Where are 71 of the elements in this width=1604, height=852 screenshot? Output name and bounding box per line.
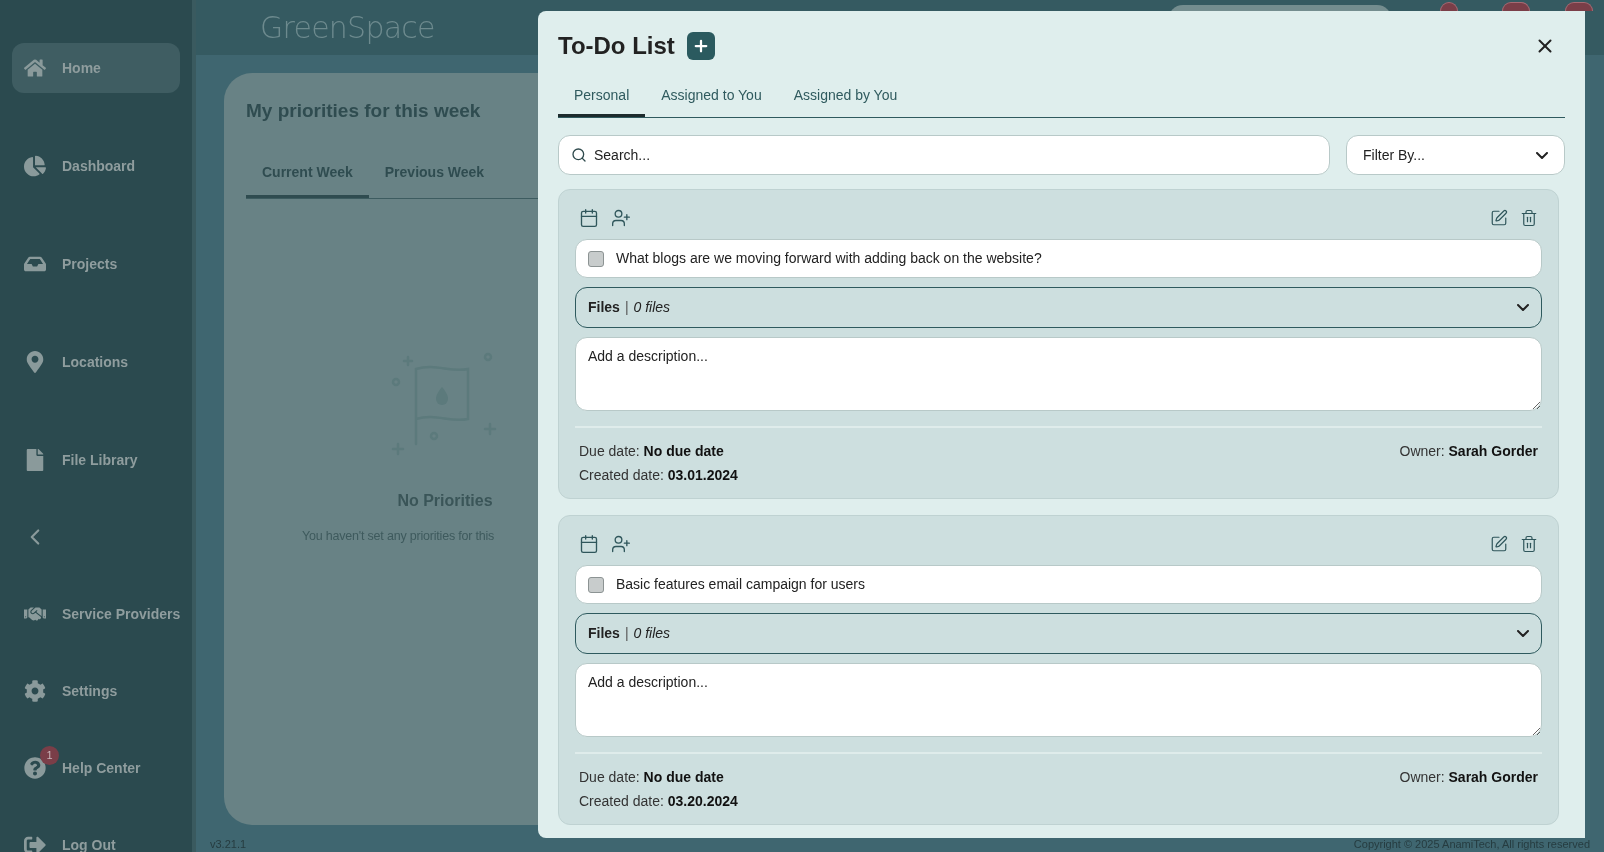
week-tab[interactable]: Current Week [246, 161, 369, 198]
add-user-icon[interactable] [611, 208, 631, 228]
files-count: 0 files [633, 624, 671, 643]
due-date-text: Due date: No due date [579, 768, 725, 787]
delete-icon[interactable] [1520, 535, 1538, 553]
todo-title: To-Do List [558, 31, 675, 61]
files-count: 0 files [633, 298, 671, 317]
chevron-down-icon [1517, 304, 1529, 311]
files-label: Files [588, 298, 620, 317]
due-date-text: Due date: No due date [579, 442, 725, 461]
sidebar-item[interactable]: Projects [12, 239, 180, 289]
sidebar-label: File Library [62, 450, 138, 470]
edit-icon[interactable] [1490, 209, 1508, 227]
chevron-down-icon [1536, 151, 1548, 159]
calendar-icon[interactable] [579, 534, 599, 554]
file-icon [24, 449, 46, 471]
edit-icon[interactable] [1490, 535, 1508, 553]
help-icon [24, 757, 46, 779]
task-title: What blogs are we moving forward with adding back on the website? [616, 249, 1042, 268]
description-field[interactable]: Add a description... [575, 337, 1542, 411]
separator: | [624, 624, 629, 643]
sidebar-label: Log Out [62, 835, 116, 852]
checkbox[interactable] [588, 576, 604, 593]
notification-badge: 1 [40, 746, 59, 765]
sidebar-label: Settings [62, 681, 118, 701]
search-field[interactable]: Search... [558, 135, 1330, 175]
todo-tab[interactable]: Personal [558, 85, 646, 117]
task-title-field[interactable]: What blogs are we moving forward with adding back on the website? [575, 239, 1542, 278]
sidebar-label: Locations [62, 352, 129, 372]
checkbox[interactable] [588, 250, 604, 267]
sidebar-item[interactable]: Service Providers [12, 589, 180, 639]
created-date-text: Created date: 03.20.2024 [579, 792, 738, 811]
sidebar-label: Help Center [62, 758, 141, 778]
sidebar-item[interactable]: Log Out [12, 820, 180, 852]
task-title: Basic features email campaign for users [616, 575, 865, 594]
chevron-down-icon [1517, 630, 1529, 637]
week-tab[interactable]: Previous Week [368, 161, 501, 198]
created-date-text: Created date: 03.01.2024 [579, 466, 738, 485]
sidebar-label: Dashboard [62, 156, 136, 176]
files-dropdown[interactable]: Files | 0 files [575, 287, 1542, 328]
home-icon [24, 57, 46, 79]
filter-dropdown[interactable]: Filter By... [1346, 135, 1565, 175]
map-pin-icon [24, 351, 46, 373]
priorities-title: My priorities for this week [246, 99, 481, 123]
add-button[interactable] [686, 32, 715, 60]
search-icon [571, 147, 587, 163]
task-title-field[interactable]: Basic features email campaign for users [575, 565, 1542, 604]
owner-text: Owner: Sarah Gorder [1399, 442, 1538, 461]
sidebar-item[interactable]: File Library [12, 435, 180, 485]
add-user-icon[interactable] [611, 534, 631, 554]
settings-icon [24, 680, 46, 702]
pie-chart-icon [24, 155, 46, 177]
sidebar-item[interactable]: Home [12, 43, 180, 93]
sidebar-item[interactable]: 1 Help Center [12, 743, 180, 793]
sidebar-label: Projects [62, 254, 118, 274]
owner-text: Owner: Sarah Gorder [1399, 768, 1538, 787]
sidebar-item[interactable]: Dashboard [12, 141, 180, 191]
sidebar-label: Home [62, 58, 101, 78]
calendar-icon[interactable] [579, 208, 599, 228]
todo-tab[interactable]: Assigned by You [777, 85, 914, 117]
logout-icon [24, 834, 46, 852]
sidebar-item[interactable]: Settings [12, 666, 180, 716]
description-field[interactable]: Add a description... [575, 663, 1542, 737]
todo-tab[interactable]: Assigned to You [645, 85, 778, 117]
separator: | [624, 298, 629, 317]
delete-icon[interactable] [1520, 209, 1538, 227]
logo: GreenSpace [260, 9, 435, 47]
files-dropdown[interactable]: Files | 0 files [575, 613, 1542, 654]
sidebar-item[interactable]: Locations [12, 337, 180, 387]
sidebar-label: Service Providers [62, 604, 181, 624]
files-label: Files [588, 624, 620, 643]
